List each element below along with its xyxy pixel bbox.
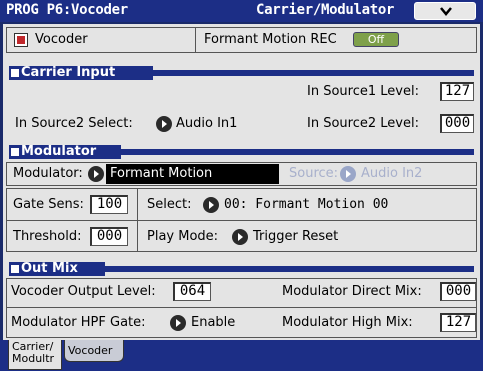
play-mode-popup-button[interactable] xyxy=(232,229,248,245)
section-marker-icon xyxy=(11,69,19,77)
tab-carrier-modulator[interactable]: Carrier/ Modultr xyxy=(8,340,62,370)
modulator-direct-mix-label: Modulator Direct Mix: xyxy=(282,284,422,299)
section-marker-icon xyxy=(11,265,19,273)
select-label: Select: xyxy=(147,197,192,212)
page-title: Carrier/Modulator xyxy=(256,2,395,18)
modulator-hpf-gate-value[interactable]: Enable xyxy=(191,315,235,330)
section-rule xyxy=(153,70,474,76)
modulator-direct-mix-field[interactable]: 000 xyxy=(440,282,476,301)
in-source1-level-field[interactable]: 127 xyxy=(440,82,474,101)
section-rule xyxy=(121,149,474,155)
in-source2-level-label: In Source2 Level: xyxy=(307,116,419,131)
formant-motion-rec-label: Formant Motion REC xyxy=(204,32,337,47)
play-mode-value[interactable]: Trigger Reset xyxy=(253,229,338,244)
main-panel: Vocoder Formant Motion REC Off Carrier I… xyxy=(3,24,480,340)
modulator-label: Modulator: xyxy=(13,166,83,181)
tab-vocoder[interactable]: Vocoder xyxy=(64,340,124,362)
modulator-value-field[interactable]: Formant Motion xyxy=(106,164,279,184)
gate-sens-label: Gate Sens: xyxy=(13,197,84,212)
modulator-popup-button[interactable] xyxy=(88,166,104,182)
gate-sens-field[interactable]: 100 xyxy=(90,195,128,214)
row-divider xyxy=(7,220,476,221)
out-mix-box: Vocoder Output Level: 064 Modulator Dire… xyxy=(6,278,477,338)
program-title: PROG P6:Vocoder xyxy=(6,2,128,18)
in-source2-select-value[interactable]: Audio In1 xyxy=(176,116,237,131)
page-menu-button[interactable] xyxy=(414,2,476,20)
modulator-hpf-gate-label: Modulator HPF Gate: xyxy=(11,315,146,330)
chevron-down-icon xyxy=(440,7,452,16)
source-value: Audio In2 xyxy=(361,166,423,181)
source-popup-button[interactable] xyxy=(340,166,356,182)
modulator-high-mix-field[interactable]: 127 xyxy=(440,313,476,332)
source-label: Source: xyxy=(289,166,339,181)
formant-motion-rec-toggle[interactable]: Off xyxy=(353,32,399,47)
section-marker-icon xyxy=(11,148,19,156)
vocoder-output-level-label: Vocoder Output Level: xyxy=(11,284,156,299)
section-rule xyxy=(105,266,474,272)
select-value[interactable]: 00: Formant Motion 00 xyxy=(224,197,388,212)
row-divider xyxy=(7,307,476,308)
play-mode-label: Play Mode: xyxy=(147,229,219,244)
vocoder-label: Vocoder xyxy=(35,32,88,47)
row-divider xyxy=(195,28,196,52)
modulator-heading: Modulator xyxy=(9,145,121,159)
vocoder-row: Vocoder Formant Motion REC Off xyxy=(6,27,477,53)
modulator-row: Modulator: Formant Motion Source: Audio … xyxy=(6,162,477,186)
tab-bar: Carrier/ Modultr Vocoder xyxy=(0,340,483,371)
modulator-settings-box: Gate Sens: 100 Select: 00: Formant Motio… xyxy=(6,188,477,252)
vocoder-checkbox[interactable] xyxy=(14,33,28,47)
threshold-field[interactable]: 000 xyxy=(90,227,128,246)
modulator-high-mix-label: Modulator High Mix: xyxy=(282,315,413,330)
in-source2-level-field[interactable]: 000 xyxy=(440,114,474,133)
modulator-hpf-gate-popup-button[interactable] xyxy=(170,315,186,331)
in-source1-level-label: In Source1 Level: xyxy=(307,84,419,99)
threshold-label: Threshold: xyxy=(13,229,82,244)
title-bar: PROG P6:Vocoder Carrier/Modulator xyxy=(0,0,483,22)
select-popup-button[interactable] xyxy=(203,197,219,213)
in-source2-select-popup-button[interactable] xyxy=(156,116,172,132)
vocoder-output-level-field[interactable]: 064 xyxy=(173,282,211,301)
carrier-input-heading: Carrier Input xyxy=(9,66,153,80)
in-source2-select-label: In Source2 Select: xyxy=(15,116,133,131)
out-mix-heading: Out Mix xyxy=(9,262,105,276)
